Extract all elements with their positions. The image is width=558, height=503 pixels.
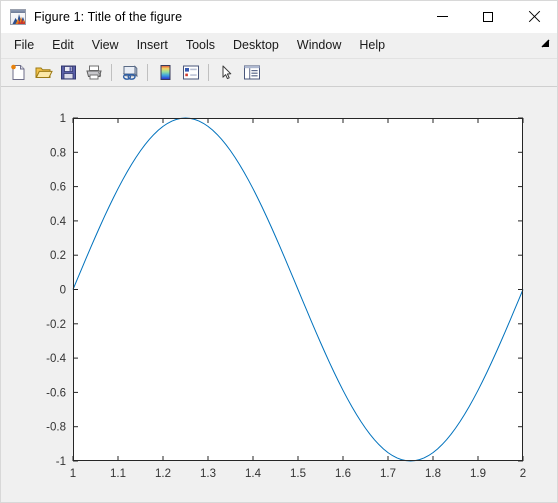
edit-plot-button[interactable] <box>214 61 239 84</box>
maximize-button[interactable] <box>465 1 511 32</box>
minimize-icon <box>436 16 448 17</box>
figure-canvas[interactable]: 1 1.1 1.2 1.3 1.4 1.5 1.6 1.7 1.8 1.9 2 -1 -0.8 -0.6 -… <box>1 87 557 502</box>
y-tick-label: -0.8 <box>46 422 66 434</box>
save-figure-button[interactable] <box>56 61 81 84</box>
colorbar-button[interactable] <box>153 61 178 84</box>
printer-icon <box>85 65 102 80</box>
toolbar-separator <box>208 64 209 81</box>
colorbar-icon <box>160 65 171 80</box>
pointer-arrow-icon <box>222 65 232 80</box>
x-tick-label: 1.1 <box>110 468 126 480</box>
x-tick-label: 1.6 <box>335 468 351 480</box>
y-tick-label: 0.6 <box>50 182 66 194</box>
menu-item-edit[interactable]: Edit <box>43 36 83 56</box>
y-tick-label: -0.6 <box>46 387 66 399</box>
y-tick-label: 0.8 <box>50 147 66 159</box>
matlab-figure-icon <box>10 8 26 25</box>
y-tick-label: 0.2 <box>50 250 66 262</box>
legend-icon <box>182 65 199 80</box>
link-plot-button[interactable] <box>117 61 142 84</box>
y-tick-label: 1 <box>60 113 66 125</box>
x-tick-label: 1.3 <box>200 468 216 480</box>
x-tick-label: 1.7 <box>380 468 396 480</box>
figure-window: Figure 1: Title of the figure File Edit … <box>0 0 558 503</box>
minimize-button[interactable] <box>419 1 465 32</box>
x-tick-label: 1 <box>70 468 76 480</box>
menu-item-insert[interactable]: Insert <box>128 36 177 56</box>
legend-button[interactable] <box>178 61 203 84</box>
window-controls <box>419 1 557 32</box>
x-tick-label: 1.9 <box>470 468 486 480</box>
toolbar-separator <box>147 64 148 81</box>
y-tick-label: 0.4 <box>50 216 67 228</box>
close-button[interactable] <box>511 1 557 32</box>
figure-toolbar <box>1 59 557 135</box>
x-tick-label: 1.5 <box>290 468 306 480</box>
new-document-icon <box>11 64 25 80</box>
x-tick-label: 1.4 <box>245 468 262 480</box>
sine-plot[interactable]: 1 1.1 1.2 1.3 1.4 1.5 1.6 1.7 1.8 1.9 2 -1 -0.8 -0.6 -… <box>1 87 557 502</box>
property-inspector-button[interactable] <box>239 61 264 84</box>
y-tick-label: 0 <box>60 285 66 297</box>
close-icon <box>528 11 540 23</box>
y-tick-label: -0.2 <box>46 319 66 331</box>
maximize-icon <box>483 11 493 22</box>
x-tick-label: 1.2 <box>155 468 171 480</box>
x-tick-label: 2 <box>520 468 526 480</box>
open-file-button[interactable] <box>31 61 56 84</box>
menu-item-tools[interactable]: Tools <box>177 36 224 56</box>
print-figure-button[interactable] <box>81 61 106 84</box>
menu-item-desktop[interactable]: Desktop <box>224 36 288 56</box>
menu-item-view[interactable]: View <box>83 36 128 56</box>
toolbar-separator <box>111 64 112 81</box>
window-title: Figure 1: Title of the figure <box>34 9 183 24</box>
x-tick-label: 1.8 <box>425 468 441 480</box>
y-tick-label: -0.4 <box>46 353 66 365</box>
y-tick-label: -1 <box>56 456 66 468</box>
menu-item-window[interactable]: Window <box>288 36 350 56</box>
menu-item-help[interactable]: Help <box>350 36 394 56</box>
open-folder-icon <box>34 67 53 78</box>
title-bar: Figure 1: Title of the figure <box>1 1 557 33</box>
menu-item-file[interactable]: File <box>5 36 43 56</box>
link-plot-icon <box>122 65 138 80</box>
menu-bar: File Edit View Insert Tools Desktop Wind… <box>1 33 557 59</box>
property-inspector-icon <box>243 65 260 80</box>
new-figure-button[interactable] <box>6 61 31 84</box>
save-floppy-icon <box>61 65 76 80</box>
undock-arrow-icon[interactable] <box>538 38 551 51</box>
